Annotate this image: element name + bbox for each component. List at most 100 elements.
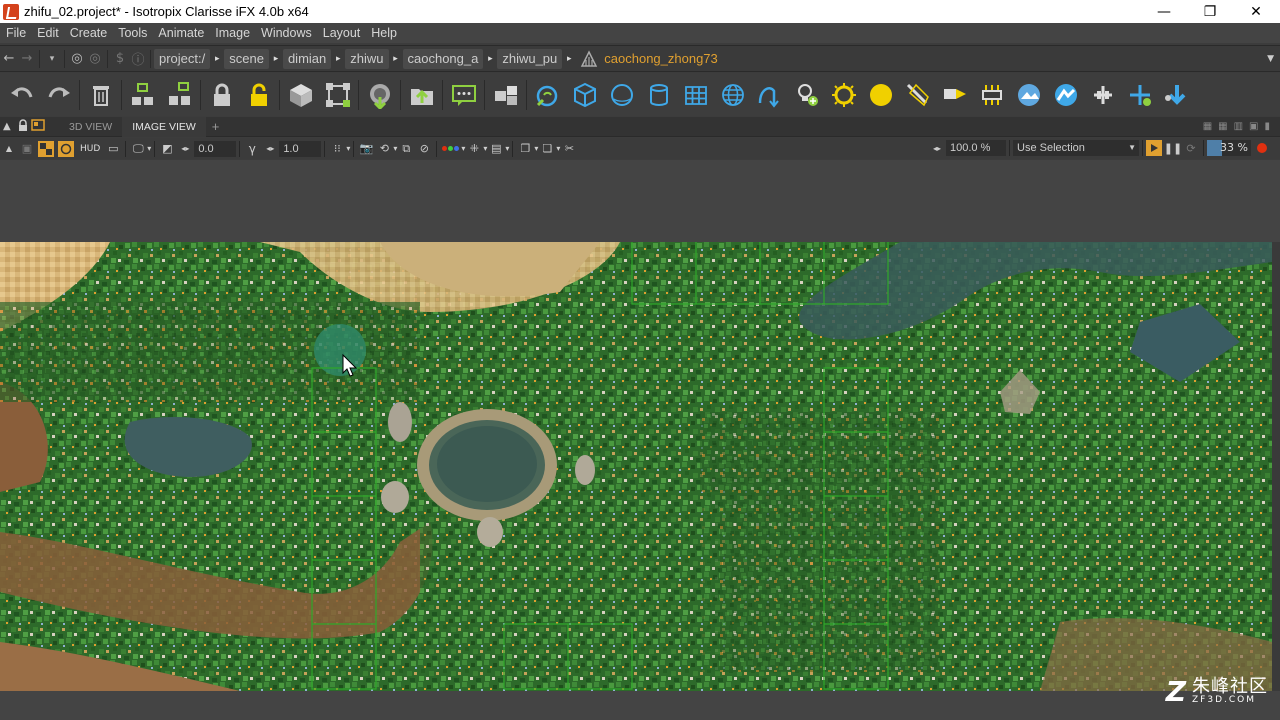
pause-icon[interactable]: ❚❚ [1164, 141, 1182, 155]
compare-icon[interactable]: ⧉ [399, 142, 413, 156]
gamma-icon[interactable]: γ [245, 142, 259, 156]
menu-file[interactable]: File [0, 26, 31, 40]
back-arrow-icon[interactable]: ← [0, 48, 18, 70]
dropdown-arrow-icon[interactable]: ▾ [147, 144, 151, 153]
menu-windows[interactable]: Windows [255, 26, 317, 40]
cylinder-icon[interactable] [640, 76, 677, 113]
transform-icon[interactable] [319, 76, 356, 113]
paste-icon[interactable]: ❏ [540, 142, 554, 156]
monitor-icon[interactable]: 🖵 [131, 142, 145, 156]
snapshot-icon[interactable]: 📷 [359, 142, 373, 156]
vertical-scrollbar[interactable] [1272, 242, 1280, 691]
context-target-alt-icon[interactable]: ◎ [86, 48, 104, 70]
dropdown-arrow-icon[interactable]: ▾ [346, 144, 350, 153]
play-icon[interactable] [1146, 140, 1162, 156]
find-icon[interactable] [529, 76, 566, 113]
sun-icon[interactable] [825, 76, 862, 113]
selection-mode-dropdown[interactable]: Use Selection ▼ [1013, 140, 1139, 156]
crumb-arrow-icon[interactable]: ▸ [331, 54, 345, 64]
maximize-button[interactable]: ❐ [1187, 0, 1233, 23]
save-image-icon[interactable]: ▣ [20, 142, 34, 156]
dropdown-arrow-icon[interactable]: ▾ [505, 144, 509, 153]
group-icon[interactable] [124, 76, 161, 113]
environment-icon[interactable] [1010, 76, 1047, 113]
menu-create[interactable]: Create [64, 26, 113, 40]
lock-icon[interactable] [203, 76, 240, 113]
sphere-icon[interactable] [603, 76, 640, 113]
crumb-dimian[interactable]: dimian ▸ [282, 48, 345, 70]
redo-icon[interactable] [40, 76, 77, 113]
arrow-down-icon[interactable] [1158, 76, 1195, 113]
channels-icon[interactable] [442, 146, 460, 151]
box-icon[interactable] [282, 76, 319, 113]
refresh-icon[interactable]: ⟳ [1184, 141, 1198, 155]
add-cross-icon[interactable] [1121, 76, 1158, 113]
crumb-arrow-icon[interactable]: ▸ [562, 54, 576, 64]
tab-3d-view[interactable]: 3D VIEW [59, 117, 122, 137]
display-icon[interactable]: ▭ [106, 142, 120, 156]
crumb-arrow-icon[interactable]: ▸ [389, 54, 403, 64]
rendered-image[interactable] [0, 242, 1272, 691]
tab-image-view[interactable]: IMAGE VIEW [122, 116, 206, 137]
curve-icon[interactable] [751, 76, 788, 113]
image-viewport[interactable]: Z 朱峰社区 ZF3D.COM [0, 160, 1280, 720]
crumb-zhiwu[interactable]: zhiwu ▸ [345, 48, 402, 70]
tools-icon[interactable]: ✂ [562, 142, 576, 156]
layout-icon[interactable] [31, 119, 47, 134]
history-dropdown-icon[interactable]: ▾ [43, 48, 61, 70]
menu-layout[interactable]: Layout [317, 26, 366, 40]
exposure-field[interactable]: 0.0 [194, 140, 237, 157]
crumb-active-item[interactable]: caochong_zhong73 [598, 51, 718, 66]
physical-sky-icon[interactable] [1047, 76, 1084, 113]
add-tab-button[interactable]: + [206, 117, 226, 137]
dropdown-arrow-icon[interactable]: ▾ [534, 144, 538, 153]
lock-small-icon[interactable]: ▲ [3, 121, 17, 132]
minimize-button[interactable]: — [1141, 0, 1187, 23]
menu-animate[interactable]: Animate [152, 26, 209, 40]
render-region-icon[interactable] [58, 140, 74, 157]
menu-tools[interactable]: Tools [112, 26, 152, 40]
menu-edit[interactable]: Edit [31, 26, 64, 40]
ungroup-icon[interactable] [161, 76, 198, 113]
crumb-arrow-icon[interactable]: ▸ [483, 54, 497, 64]
layers-icon[interactable]: ⁜ [467, 142, 481, 156]
delete-icon[interactable] [82, 76, 119, 113]
menu-image[interactable]: Image [209, 26, 255, 40]
zoom-field[interactable]: 100.0 % [946, 140, 1006, 156]
hud-toggle[interactable]: HUD [80, 144, 100, 154]
spot-light-icon[interactable] [899, 76, 936, 113]
crumb-scene[interactable]: scene ▸ [224, 48, 283, 70]
path-dropdown-icon[interactable]: ▼ [1267, 54, 1274, 64]
display-mode-icon[interactable]: ▤ [489, 142, 503, 156]
padlock-icon[interactable] [17, 119, 31, 134]
dropdown-arrow-icon[interactable]: ▾ [461, 144, 465, 153]
gamma-slider-icon[interactable]: ◂▸ [263, 142, 277, 156]
info-icon[interactable]: ⓘ [129, 48, 147, 70]
globe-icon[interactable] [714, 76, 751, 113]
copy-icon[interactable]: ❐ [518, 142, 532, 156]
comment-icon[interactable] [445, 76, 482, 113]
light-bulb-icon[interactable] [788, 76, 825, 113]
exposure-icon[interactable]: ◩ [160, 142, 174, 156]
forward-arrow-icon[interactable]: → [18, 48, 36, 70]
clear-snapshot-icon[interactable]: ⊘ [417, 142, 431, 156]
checker-icon[interactable] [38, 140, 54, 157]
crumb-zhiwu-pu[interactable]: zhiwu_pu ▸ [497, 48, 576, 70]
dropdown-arrow-icon[interactable]: ▾ [393, 144, 397, 153]
context-target-icon[interactable]: ◎ [68, 48, 86, 70]
close-button[interactable]: ✕ [1233, 0, 1279, 23]
undo-icon[interactable] [3, 76, 40, 113]
gamma-field[interactable]: 1.0 [279, 140, 322, 157]
panel-controls[interactable]: ▦▦▥▣▮ [1203, 121, 1276, 132]
crumb-arrow-icon[interactable]: ▸ [210, 54, 224, 64]
cube-icon[interactable] [566, 76, 603, 113]
unlock-icon[interactable] [240, 76, 277, 113]
directional-light-icon[interactable] [936, 76, 973, 113]
pixel-filter-icon[interactable]: ⁝⁝ [330, 142, 344, 156]
script-icon[interactable]: $ [111, 48, 129, 70]
zoom-slider-icon[interactable]: ◂▸ [930, 141, 944, 155]
yellow-light-icon[interactable] [862, 76, 899, 113]
grid-icon[interactable] [677, 76, 714, 113]
crumb-caochong-a[interactable]: caochong_a ▸ [402, 48, 498, 70]
import-icon[interactable] [361, 76, 398, 113]
